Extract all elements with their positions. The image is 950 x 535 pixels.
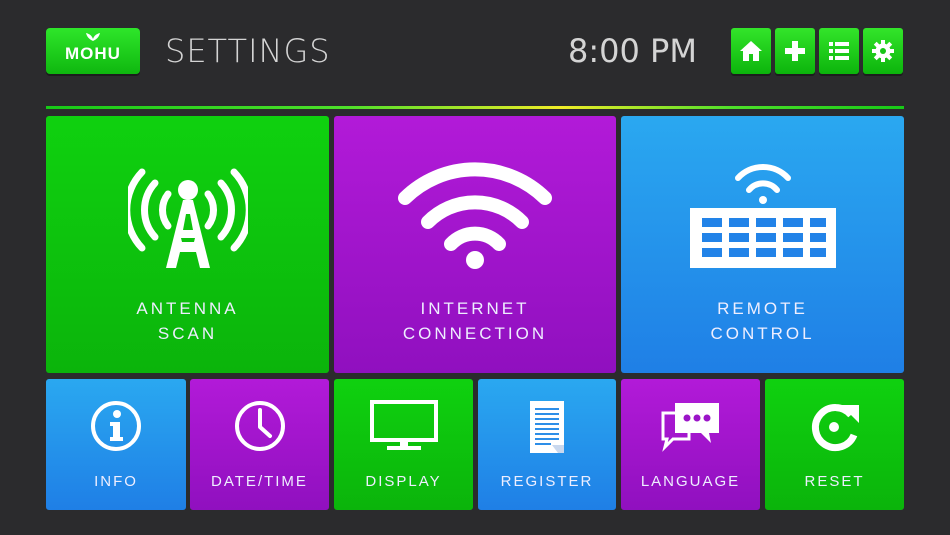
remote-control-label-line1: REMOTE — [717, 299, 808, 318]
register-tile[interactable]: REGISTER — [478, 379, 616, 510]
language-tile[interactable]: LANGUAGE — [621, 379, 760, 510]
display-label: DISPLAY — [365, 473, 442, 490]
wifi-icon — [398, 162, 552, 269]
info-label: INFO — [94, 473, 138, 490]
page-title: SETTINGS — [165, 32, 331, 70]
list-button[interactable] — [819, 28, 859, 74]
remote-control-tile[interactable]: REMOTE CONTROL — [621, 116, 904, 373]
register-label: REGISTER — [500, 473, 594, 490]
home-button[interactable] — [731, 28, 771, 74]
plus-icon — [785, 41, 805, 61]
date-time-label: DATE/TIME — [211, 473, 308, 490]
clock-time: 8:00 PM — [568, 32, 697, 70]
display-tile[interactable]: DISPLAY — [334, 379, 473, 510]
antenna-scan-label-line2: SCAN — [157, 324, 218, 343]
remote-control-label-line2: CONTROL — [710, 324, 815, 343]
logo-text: MOHU — [65, 44, 121, 63]
internet-connection-label-line2: CONNECTION — [402, 324, 548, 343]
document-icon — [530, 401, 564, 453]
info-icon — [91, 401, 141, 451]
leaf-icon — [86, 33, 100, 41]
mohu-logo[interactable]: MOHU — [46, 28, 140, 74]
antenna-scan-label-line1: ANTENNA — [136, 299, 239, 318]
home-icon — [740, 41, 762, 61]
internet-connection-tile[interactable]: INTERNET CONNECTION — [334, 116, 616, 373]
monitor-icon — [369, 400, 438, 450]
gear-icon — [872, 40, 894, 62]
reset-icon — [811, 404, 859, 452]
info-tile[interactable]: INFO — [46, 379, 186, 510]
wireless-keyboard-icon — [689, 164, 836, 268]
antenna-scan-tile[interactable]: ANTENNA SCAN — [46, 116, 329, 373]
antenna-tower-icon — [127, 168, 248, 268]
list-icon — [829, 42, 849, 60]
date-time-tile[interactable]: DATE/TIME — [190, 379, 329, 510]
chat-bubbles-icon — [661, 403, 719, 452]
reset-tile[interactable]: RESET — [765, 379, 904, 510]
clock-icon — [234, 401, 285, 451]
language-label: LANGUAGE — [640, 473, 741, 490]
header-divider — [46, 106, 904, 109]
add-button[interactable] — [775, 28, 815, 74]
settings-button[interactable] — [863, 28, 903, 74]
reset-label: RESET — [804, 473, 865, 490]
internet-connection-label-line1: INTERNET — [420, 299, 530, 318]
